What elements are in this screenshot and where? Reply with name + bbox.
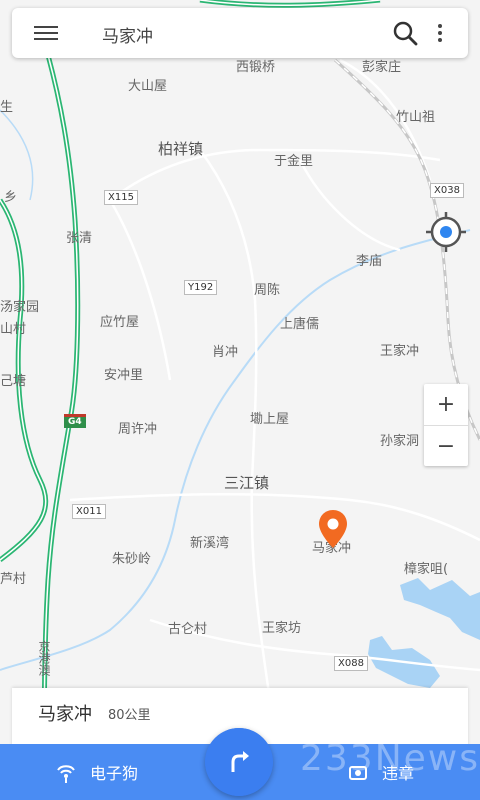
place-label: 肖冲: [212, 345, 239, 360]
zoom-control: + −: [424, 384, 468, 466]
place-label: 柏祥镇: [158, 140, 204, 158]
highway-shield: G4: [64, 414, 86, 428]
place-label: 西锻桥: [236, 60, 276, 75]
place-label: 上唐儒: [280, 317, 320, 332]
place-label: 朱砂岭: [112, 552, 152, 567]
place-label: 孙家洞: [380, 434, 420, 449]
road-tag: X115: [104, 190, 138, 205]
place-label: 樟家咀(: [404, 562, 449, 577]
place-label: 生: [0, 100, 14, 115]
place-label: 彭家庄: [362, 60, 402, 75]
zoom-out-button[interactable]: −: [424, 426, 468, 467]
place-label: 李庙: [356, 254, 383, 269]
search-bar[interactable]: 马家冲: [12, 8, 468, 58]
location-pin-icon[interactable]: [318, 510, 348, 548]
highway-name-label: 京港澳: [37, 640, 51, 676]
my-location-icon[interactable]: [424, 210, 468, 254]
place-label: 周陈: [254, 283, 281, 298]
route-button[interactable]: [205, 728, 273, 796]
more-vert-icon[interactable]: [436, 21, 444, 45]
place-label: 大山屋: [128, 79, 168, 94]
electronic-dog-button[interactable]: 电子狗: [54, 760, 138, 784]
menu-icon[interactable]: [34, 22, 58, 44]
place-label: 墈上屋: [250, 412, 290, 427]
place-label: 乡: [4, 190, 18, 205]
place-label: 王家冲: [380, 344, 420, 359]
place-label: 张清: [66, 231, 93, 246]
place-label: 己塘: [0, 374, 27, 389]
place-label: 安冲里: [104, 368, 144, 383]
place-distance: 80公里: [108, 708, 151, 723]
place-label: 竹山祖: [396, 110, 436, 125]
place-label: 周许冲: [118, 422, 158, 437]
watermark: 233News: [300, 738, 480, 779]
road-tag: Y192: [184, 280, 218, 295]
road-tag: X038: [430, 183, 464, 198]
search-input[interactable]: 马家冲: [102, 22, 153, 47]
place-label: 古仑村: [168, 622, 208, 637]
place-label: 山村: [0, 322, 27, 337]
place-label: 芦村: [0, 572, 27, 587]
road-tag: X088: [334, 656, 368, 671]
zoom-in-button[interactable]: +: [424, 384, 468, 426]
place-label: 新溪湾: [190, 536, 230, 551]
place-name: 马家冲: [38, 704, 92, 725]
road-tag: X011: [72, 504, 106, 519]
place-label: 汤家园: [0, 300, 40, 315]
place-label: 应竹屋: [100, 315, 140, 330]
electronic-dog-label: 电子狗: [90, 764, 139, 783]
place-label: 于金里: [274, 154, 314, 169]
search-icon[interactable]: [392, 20, 418, 46]
place-label: 三江镇: [224, 474, 270, 492]
radar-icon: [57, 765, 75, 783]
place-label: 王家坊: [262, 621, 302, 636]
